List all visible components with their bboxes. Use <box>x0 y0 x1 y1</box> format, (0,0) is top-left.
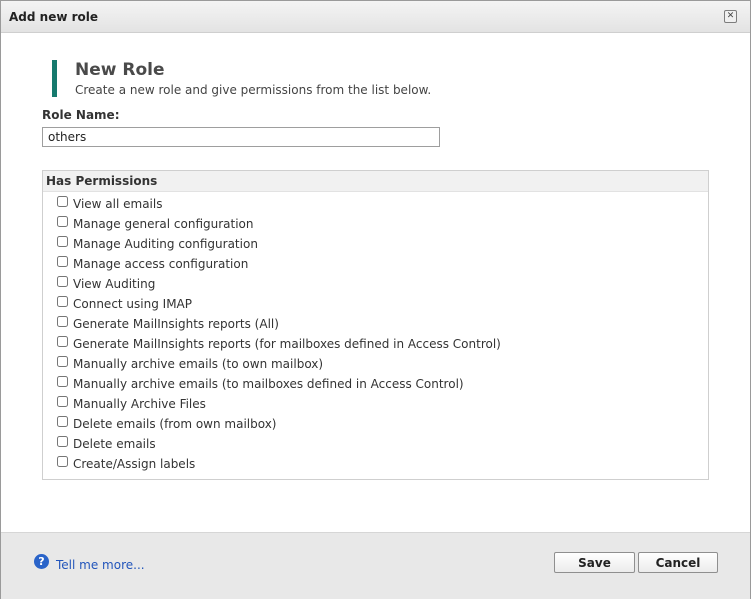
page-title: New Role <box>75 60 165 80</box>
permission-item[interactable]: Generate MailInsights reports (All) <box>57 314 501 334</box>
permission-label: Delete emails <box>73 437 156 451</box>
permissions-panel: Has Permissions View all emails Manage ge… <box>42 170 709 480</box>
permission-item[interactable]: Delete emails <box>57 434 501 454</box>
dialog-titlebar[interactable]: Add new role ✕ <box>1 1 750 33</box>
permission-checkbox[interactable] <box>57 375 68 387</box>
permission-item[interactable]: Manage Auditing configuration <box>57 234 501 254</box>
permission-item[interactable]: Manage general configuration <box>57 214 501 234</box>
permission-checkbox[interactable] <box>57 455 68 467</box>
permission-item[interactable]: Generate MailInsights reports (for mailb… <box>57 334 501 354</box>
permissions-list: View all emails Manage general configurat… <box>57 194 501 474</box>
permission-item[interactable]: Manually Archive Files <box>57 394 501 414</box>
dialog-title: Add new role <box>9 10 99 24</box>
permission-label: Delete emails (from own mailbox) <box>73 417 277 431</box>
permissions-header: Has Permissions <box>43 171 708 192</box>
permission-item[interactable]: Manage access configuration <box>57 254 501 274</box>
permission-item[interactable]: View all emails <box>57 194 501 214</box>
permission-label: Create/Assign labels <box>73 457 196 471</box>
permission-checkbox[interactable] <box>57 335 68 347</box>
permission-label: Connect using IMAP <box>73 297 192 311</box>
role-name-label: Role Name: <box>42 108 120 122</box>
permission-label: View all emails <box>73 197 163 211</box>
permission-checkbox[interactable] <box>57 235 68 247</box>
page-subtitle: Create a new role and give permissions f… <box>75 83 432 97</box>
permission-checkbox[interactable] <box>57 315 68 327</box>
role-name-input[interactable] <box>42 127 440 147</box>
permission-label: Manage general configuration <box>73 217 254 231</box>
permission-label: Manually archive emails (to mailboxes de… <box>73 377 464 391</box>
permission-checkbox[interactable] <box>57 275 68 287</box>
permission-item[interactable]: View Auditing <box>57 274 501 294</box>
help-icon[interactable]: ? <box>34 554 49 569</box>
permission-checkbox[interactable] <box>57 355 68 367</box>
dialog-footer: ? Tell me more... Save Cancel <box>1 532 750 599</box>
permission-label: Manually archive emails (to own mailbox) <box>73 357 324 371</box>
add-role-dialog: Add new role ✕ New Role Create a new rol… <box>0 0 751 599</box>
accent-bar <box>52 60 57 97</box>
permission-checkbox[interactable] <box>57 395 68 407</box>
permission-label: View Auditing <box>73 277 156 291</box>
permission-checkbox[interactable] <box>57 435 68 447</box>
permission-checkbox[interactable] <box>57 215 68 227</box>
permission-checkbox[interactable] <box>57 195 68 207</box>
permission-checkbox[interactable] <box>57 295 68 307</box>
permission-item[interactable]: Connect using IMAP <box>57 294 501 314</box>
permission-label: Manually Archive Files <box>73 397 206 411</box>
tell-me-more-link[interactable]: Tell me more... <box>56 558 145 572</box>
permission-label: Generate MailInsights reports (All) <box>73 317 279 331</box>
permission-checkbox[interactable] <box>57 255 68 267</box>
permission-label: Generate MailInsights reports (for mailb… <box>73 337 501 351</box>
permission-checkbox[interactable] <box>57 415 68 427</box>
permission-label: Manage access configuration <box>73 257 249 271</box>
permission-label: Manage Auditing configuration <box>73 237 258 251</box>
close-icon[interactable]: ✕ <box>724 10 737 23</box>
save-button[interactable]: Save <box>554 552 635 573</box>
permission-item[interactable]: Manually archive emails (to mailboxes de… <box>57 374 501 394</box>
permission-item[interactable]: Delete emails (from own mailbox) <box>57 414 501 434</box>
cancel-button[interactable]: Cancel <box>638 552 718 573</box>
permission-item[interactable]: Manually archive emails (to own mailbox) <box>57 354 501 374</box>
permission-item[interactable]: Create/Assign labels <box>57 454 501 474</box>
